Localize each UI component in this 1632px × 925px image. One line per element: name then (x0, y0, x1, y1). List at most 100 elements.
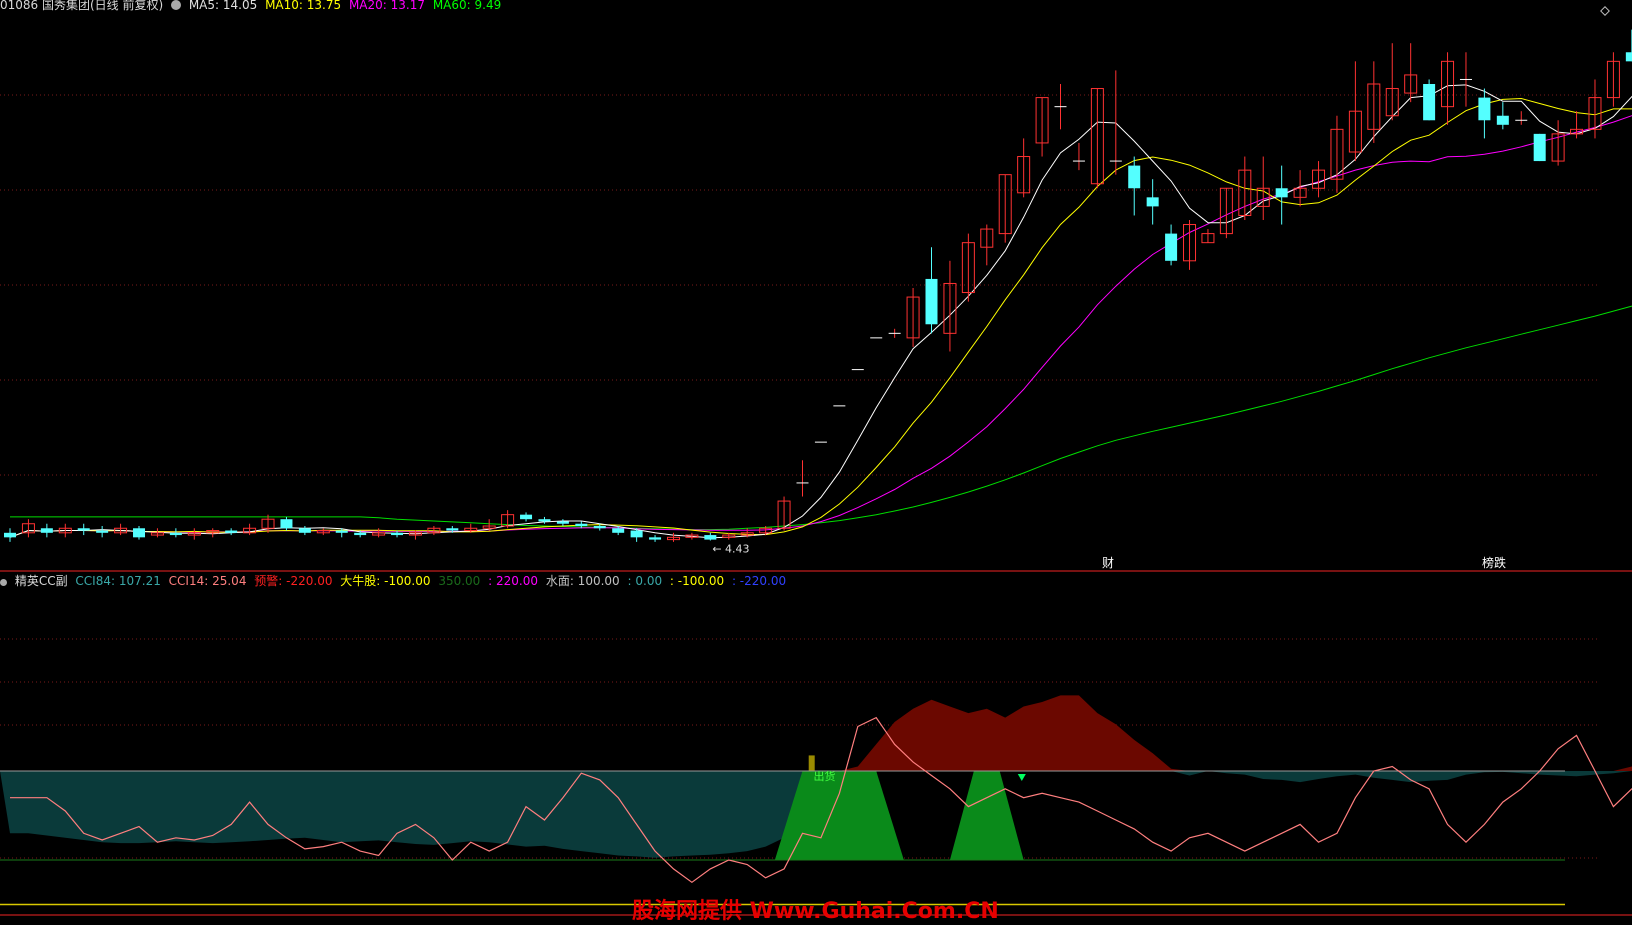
candle (888, 328, 901, 338)
bull-label: 大牛股: -100.00 (340, 574, 431, 588)
cci84-red-area (0, 695, 1632, 771)
candle (980, 224, 994, 266)
candle (1256, 156, 1270, 220)
candle (40, 523, 53, 538)
candle (501, 510, 515, 529)
candle (298, 526, 311, 536)
candle (1533, 133, 1546, 162)
candle (1072, 142, 1085, 171)
candle (133, 526, 146, 540)
candle (21, 519, 35, 538)
cci14-label: CCI14: 25.04 (168, 574, 247, 588)
low-label: ← 4.43 (712, 543, 749, 556)
neg220-label: : -220.00 (731, 574, 787, 588)
candle-body (280, 519, 293, 529)
candle (1606, 52, 1620, 107)
candle (225, 528, 238, 536)
candle (150, 528, 164, 538)
warning-label: 预警: -220.00 (254, 574, 333, 588)
indicator-toggle-icon[interactable] (0, 579, 7, 586)
ma60-label: MA60: 9.49 (432, 0, 502, 12)
candle (1146, 179, 1159, 225)
zero-label: : 0.00 (627, 574, 663, 588)
candle-body (1625, 52, 1632, 62)
candle-body (1128, 165, 1141, 189)
candle-body (925, 278, 938, 325)
ma5-line (9, 84, 1632, 539)
candle-body (77, 528, 90, 531)
ma20-line (9, 115, 1632, 538)
candle (1330, 115, 1344, 193)
candle-body (225, 530, 238, 533)
indicator-title: 精英CC副 (14, 574, 68, 588)
candle (1496, 102, 1509, 130)
neg100-label: : -100.00 (669, 574, 725, 588)
candle (1275, 165, 1288, 225)
candle-body (612, 528, 625, 533)
candle (906, 288, 920, 347)
watermark: 股海网提供 Www.Guhai.Com.CN (632, 899, 999, 924)
stock-title: 01086 国秀集团(日线 前复权) (0, 0, 164, 12)
candle (77, 523, 90, 536)
candle (1054, 84, 1067, 130)
candle (206, 528, 220, 538)
candle (1183, 220, 1197, 270)
candle-body (520, 514, 533, 520)
candle (96, 526, 109, 538)
candle (649, 535, 662, 542)
candle-body (1496, 115, 1509, 125)
candle-body (298, 528, 311, 533)
candle (1201, 229, 1215, 244)
moving-averages (9, 84, 1632, 539)
candle (520, 512, 533, 522)
candle-body (40, 528, 53, 533)
candle (1423, 79, 1436, 121)
cci84-label: CCI84: 107.21 (75, 574, 161, 588)
candle-body (4, 532, 16, 538)
candle (243, 523, 257, 536)
candle-body (1165, 233, 1178, 261)
candle (1293, 170, 1307, 207)
candle-body (133, 528, 146, 538)
candle (187, 528, 201, 540)
candle-body (1533, 133, 1546, 162)
v220-label: : 220.00 (488, 574, 538, 588)
candle (704, 532, 717, 541)
candle (1478, 88, 1491, 139)
candle (1128, 156, 1141, 216)
candle (1312, 161, 1326, 198)
v350-label: 350.00 (438, 574, 481, 588)
candle (1404, 43, 1418, 103)
candle (998, 174, 1012, 243)
candle-body (630, 530, 643, 538)
candle (1165, 224, 1178, 266)
candle-body (1423, 84, 1436, 121)
candle-body (538, 519, 551, 522)
candle (1017, 138, 1031, 198)
candle (114, 523, 128, 536)
candle (1035, 97, 1049, 157)
indicator-header: 精英CC副 CCI84: 107.21 CCI14: 25.04 预警: -22… (0, 574, 790, 588)
candlesticks (4, 29, 1632, 542)
candle (1367, 61, 1381, 143)
candle-body (391, 532, 404, 536)
candle (1551, 120, 1565, 166)
candle (796, 460, 809, 497)
candle (169, 528, 182, 538)
settings-icon[interactable] (171, 0, 181, 10)
candle (1515, 111, 1528, 125)
candle-body (335, 530, 348, 533)
diamond-icon (1600, 6, 1610, 16)
ma5-label: MA5: 14.05 (188, 0, 258, 12)
candle (4, 528, 16, 542)
candle-body (556, 521, 569, 524)
down-arrow-icon (1017, 774, 1026, 781)
ma10-label: MA10: 13.75 (265, 0, 342, 12)
candle-body (169, 532, 182, 536)
marker-chuhuo: 出货 (814, 769, 836, 783)
water-label: 水面: 100.00 (545, 574, 620, 588)
candle (1348, 61, 1362, 162)
ma10-line (9, 97, 1632, 538)
candle (1385, 43, 1399, 121)
candle-body (575, 523, 588, 526)
